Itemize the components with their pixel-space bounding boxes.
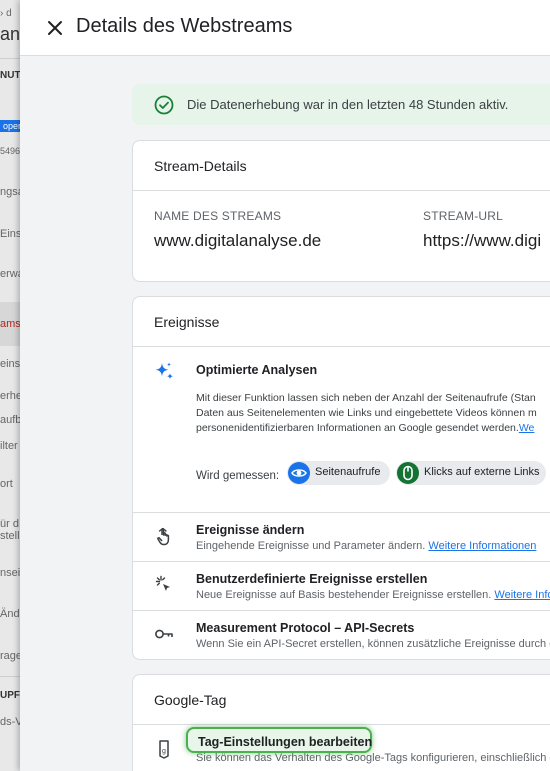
chip-outbound-clicks[interactable]: Klicks auf externe Links (396, 461, 546, 485)
panel-header: Details des Webstreams (20, 0, 550, 56)
stream-details-card: Stream-Details NAME DES STREAMS www.digi… (132, 140, 550, 282)
optimized-analytics-text-line: personenidentifizierbaren Informationen … (196, 421, 534, 436)
card-divider (133, 724, 550, 725)
row-title: Ereignisse ändern (196, 523, 305, 537)
row-divider (133, 561, 550, 562)
row-divider (133, 610, 550, 611)
chip-label: Seitenaufrufe (315, 466, 381, 478)
bg-item-fragment: erwa (0, 268, 20, 280)
panel-title: Details des Webstreams (76, 15, 293, 37)
learn-more-link[interactable]: We (519, 422, 535, 434)
row-desc-text: Neue Ereignisse auf Basis bestehender Er… (196, 589, 492, 601)
optimized-analytics-text-line: Mit dieser Funktion lassen sich neben de… (196, 392, 536, 404)
bg-active-fragment: ams (0, 318, 20, 330)
card-title: Stream-Details (154, 158, 247, 174)
row-description: Neue Ereignisse auf Basis bestehender Er… (196, 589, 550, 601)
mouse-icon (397, 462, 419, 484)
stream-name-label: NAME DES STREAMS (154, 209, 282, 223)
row-description: Eingehende Ereignisse und Parameter ände… (196, 540, 536, 552)
row-divider (133, 512, 550, 513)
close-icon (48, 21, 62, 35)
close-button[interactable] (42, 15, 68, 41)
bg-item-fragment: einst (0, 358, 20, 370)
chip-label: Klicks auf externe Links (424, 466, 540, 478)
row-description: Wenn Sie ein API-Secret erstellen, könne… (196, 638, 550, 650)
bg-breadcrumb-fragment: › d (0, 8, 12, 19)
events-card: Ereignisse Optimierte Analysen Mit diese… (132, 296, 550, 660)
row-title: Measurement Protocol – API-Secrets (196, 621, 415, 635)
chip-page-views[interactable]: Seitenaufrufe (287, 461, 390, 485)
touch-click-icon (157, 527, 170, 546)
bg-item-fragment: ngsa (0, 186, 20, 198)
stream-url-label: STREAM-URL (423, 209, 504, 223)
measured-label: Wird gemessen: (196, 470, 280, 482)
row-desc-text: Eingehende Ereignisse und Parameter ände… (196, 540, 426, 552)
optimized-analytics-title: Optimierte Analysen (196, 363, 318, 377)
key-icon (155, 629, 173, 639)
bg-item-fragment: ür d (0, 518, 19, 530)
google-tag-card: Google-Tag g Sie können das Verhalten de… (132, 674, 550, 771)
bg-item-fragment: nsei (0, 567, 20, 579)
edit-tag-settings-label: Tag-Einstellungen bearbeiten (198, 735, 373, 749)
bg-item-fragment: erhe (0, 390, 20, 402)
sparkle-cursor-icon (155, 575, 170, 591)
bg-item-fragment: ds-V (0, 716, 20, 728)
card-divider (133, 346, 550, 347)
card-title: Ereignisse (154, 314, 220, 330)
edit-tag-settings-button[interactable]: Tag-Einstellungen bearbeiten (186, 727, 372, 753)
bg-item-fragment: aufb (0, 414, 20, 426)
bg-divider (0, 58, 20, 59)
bg-divider (0, 676, 20, 677)
learn-more-link[interactable]: Weitere Info (494, 589, 550, 601)
bg-item-fragment: Ände (0, 608, 20, 620)
bg-id-fragment: 5496 (0, 146, 20, 156)
sparkle-icon (155, 362, 173, 380)
bg-title-fragment: an (0, 24, 20, 44)
learn-more-link[interactable]: Weitere Informationen (428, 540, 536, 552)
bg-section-fragment: UPFU (0, 690, 20, 701)
webstream-details-panel: Details des Webstreams Die Datenerhebung… (20, 0, 550, 771)
optimized-analytics-text-line: Daten aus Seitenelementen wie Links und … (196, 407, 537, 419)
bg-item-fragment: Eins (0, 228, 20, 240)
background-sidebar: › d an NUT oper 5496 ngsa Eins erwa ams … (0, 0, 20, 771)
eye-icon (288, 462, 310, 484)
tag-icon: g (159, 740, 169, 759)
check-circle-icon (154, 95, 174, 115)
bg-item-fragment: stell (0, 530, 20, 542)
svg-text:g: g (162, 748, 166, 755)
card-divider (133, 190, 550, 191)
stream-url-value: https://www.digi (423, 231, 542, 250)
status-banner: Die Datenerhebung war in den letzten 48 … (132, 84, 550, 125)
bg-section-fragment: NUT (0, 70, 20, 81)
row-description: Sie können das Verhalten des Google-Tags… (196, 752, 550, 764)
bg-item-fragment: rage (0, 650, 20, 662)
bg-property-badge: oper (0, 120, 20, 132)
card-title: Google-Tag (154, 692, 227, 708)
status-text: Die Datenerhebung war in den letzten 48 … (187, 97, 509, 112)
optimized-analytics-text: personenidentifizierbaren Informationen … (196, 422, 519, 434)
bg-item-fragment: ilter (0, 440, 18, 452)
stream-name-value: www.digitalanalyse.de (154, 231, 322, 250)
row-title: Benutzerdefinierte Ereignisse erstellen (196, 572, 428, 586)
bg-item-fragment: ort (0, 478, 13, 490)
